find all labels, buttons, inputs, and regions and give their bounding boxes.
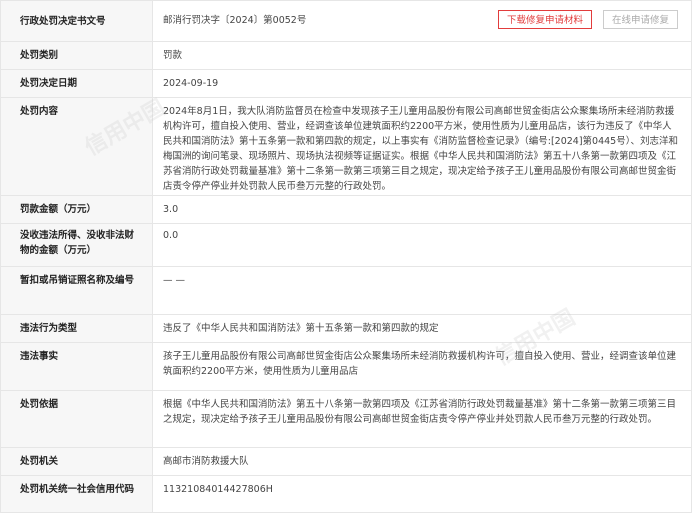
decision-date-value: 2024-09-19 (152, 69, 692, 98)
row-authority-credit-code: 处罚机关统一社会信用代码 11321084014427806H (0, 475, 692, 513)
row-doc-number: 行政处罚决定书文号 邮消行罚决字〔2024〕第0052号 下载修复申请材料 在线… (0, 0, 692, 42)
row-license-revocation: 暂扣或吊销证照名称及编号 — — (0, 266, 692, 315)
download-repair-materials-button[interactable]: 下载修复申请材料 (498, 10, 593, 29)
doc-number-value: 邮消行罚决字〔2024〕第0052号 (163, 15, 307, 26)
fine-amount-label: 罚款金额（万元） (0, 195, 153, 224)
penalty-basis-value: 根据《中华人民共和国消防法》第五十八条第一款第四项及《江苏省消防行政处罚裁量基准… (152, 390, 692, 448)
online-repair-apply-button[interactable]: 在线申请修复 (603, 10, 679, 29)
penalty-authority-value: 高邮市消防救援大队 (152, 447, 692, 476)
row-penalty-content: 处罚内容 2024年8月1日，我大队消防监督员在检查中发现孩子王儿童用品股份有限… (0, 97, 692, 196)
row-violation-type: 违法行为类型 违反了《中华人民共和国消防法》第十五条第一款和第四款的规定 (0, 314, 692, 343)
penalty-basis-label: 处罚依据 (0, 390, 153, 448)
penalty-type-value: 罚款 (152, 41, 692, 70)
decision-date-label: 处罚决定日期 (0, 69, 153, 98)
penalty-content-label: 处罚内容 (0, 97, 153, 196)
doc-number-label: 行政处罚决定书文号 (0, 0, 153, 42)
penalty-content-value: 2024年8月1日，我大队消防监督员在检查中发现孩子王儿童用品股份有限公司高邮世… (152, 97, 692, 196)
authority-credit-code-value: 11321084014427806H (152, 475, 692, 513)
penalty-info-table: 行政处罚决定书文号 邮消行罚决字〔2024〕第0052号 下载修复申请材料 在线… (0, 0, 692, 513)
fine-amount-value: 3.0 (152, 195, 692, 224)
violation-type-value: 违反了《中华人民共和国消防法》第十五条第一款和第四款的规定 (152, 314, 692, 343)
row-confiscation-amount: 没收违法所得、没收非法财物的金额（万元） 0.0 (0, 223, 692, 267)
penalty-type-label: 处罚类别 (0, 41, 153, 70)
row-decision-date: 处罚决定日期 2024-09-19 (0, 69, 692, 98)
row-violation-facts: 违法事实 孩子王儿童用品股份有限公司高邮世贸金街店公众聚集场所未经消防救援机构许… (0, 342, 692, 391)
penalty-authority-label: 处罚机关 (0, 447, 153, 476)
violation-facts-label: 违法事实 (0, 342, 153, 391)
row-penalty-basis: 处罚依据 根据《中华人民共和国消防法》第五十八条第一款第四项及《江苏省消防行政处… (0, 390, 692, 448)
row-fine-amount: 罚款金额（万元） 3.0 (0, 195, 692, 224)
row-penalty-authority: 处罚机关 高邮市消防救援大队 (0, 447, 692, 476)
violation-facts-value: 孩子王儿童用品股份有限公司高邮世贸金街店公众聚集场所未经消防救援机构许可，擅自投… (152, 342, 692, 391)
license-revocation-label: 暂扣或吊销证照名称及编号 (0, 266, 153, 315)
confiscation-amount-label: 没收违法所得、没收非法财物的金额（万元） (0, 223, 153, 267)
violation-type-label: 违法行为类型 (0, 314, 153, 343)
confiscation-amount-value: 0.0 (152, 223, 692, 267)
doc-number-cell: 邮消行罚决字〔2024〕第0052号 下载修复申请材料 在线申请修复 (152, 0, 692, 42)
license-revocation-value: — — (152, 266, 692, 315)
authority-credit-code-label: 处罚机关统一社会信用代码 (0, 475, 153, 513)
row-penalty-type: 处罚类别 罚款 (0, 41, 692, 70)
